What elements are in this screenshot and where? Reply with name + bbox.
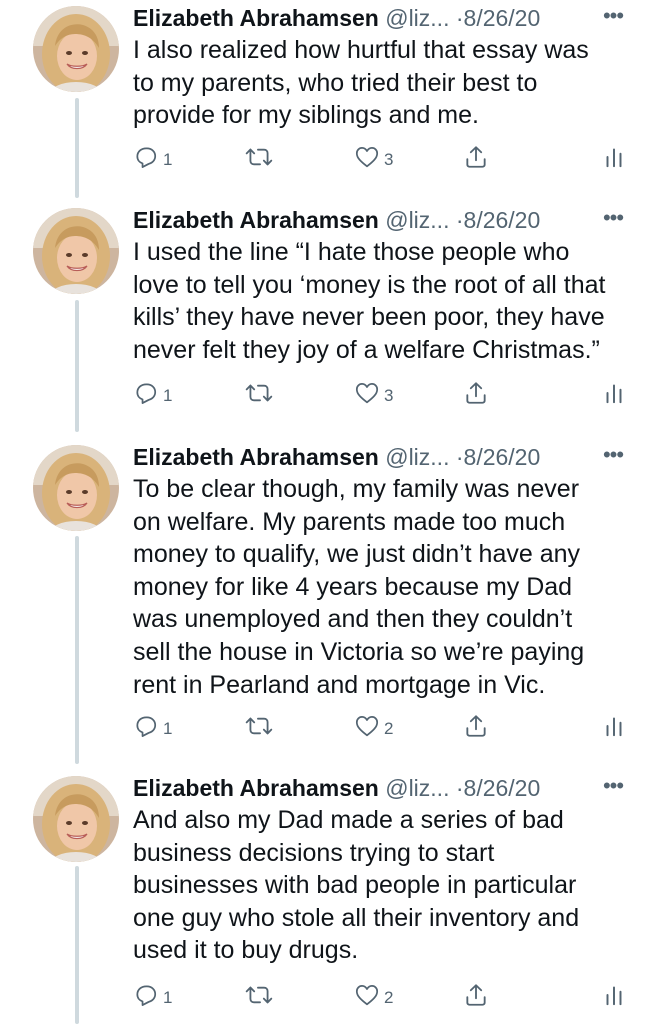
tweet[interactable]: Elizabeth Abrahamsen @liz... ·8/26/20 ••… (0, 0, 659, 200)
like-icon (354, 144, 380, 170)
more-options-icon[interactable]: ••• (596, 203, 630, 237)
more-options-icon[interactable]: ••• (596, 440, 630, 474)
author-handle[interactable]: @liz... (385, 444, 449, 470)
separator: · (455, 5, 464, 31)
share-icon (463, 713, 489, 739)
like-icon (354, 713, 380, 739)
analytics-button[interactable] (603, 980, 625, 1010)
tweet-text: I used the line “I hate those people who… (133, 238, 606, 364)
analytics-icon (603, 713, 625, 739)
tweet-actions: 1 2 (0, 711, 659, 741)
author-name[interactable]: Elizabeth Abrahamsen (133, 207, 379, 233)
tweet-actions: 1 2 (0, 980, 659, 1010)
reply-icon (133, 982, 159, 1008)
share-button[interactable] (463, 980, 489, 1010)
retweet-icon (244, 380, 274, 406)
retweet-button[interactable] (244, 711, 274, 741)
tweet-actions: 1 3 (0, 142, 659, 172)
author-name[interactable]: Elizabeth Abrahamsen (133, 444, 379, 470)
tweet-date[interactable]: 8/26/20 (464, 5, 541, 31)
avatar[interactable] (33, 445, 119, 531)
tweet-text: I also realized how hurtful that essay w… (133, 36, 589, 130)
reply-count: 1 (163, 150, 173, 169)
author-name[interactable]: Elizabeth Abrahamsen (133, 775, 379, 801)
tweet[interactable]: Elizabeth Abrahamsen @liz... ·8/26/20 ••… (0, 770, 659, 1024)
share-icon (463, 982, 489, 1008)
avatar[interactable] (33, 6, 119, 92)
avatar[interactable] (33, 208, 119, 294)
analytics-icon (603, 380, 625, 406)
author-handle[interactable]: @liz... (385, 775, 449, 801)
share-icon (463, 380, 489, 406)
author-handle[interactable]: @liz... (385, 207, 449, 233)
like-icon (354, 380, 380, 406)
retweet-button[interactable] (244, 142, 274, 172)
like-button[interactable]: 3 (354, 142, 393, 172)
reply-button[interactable]: 1 (133, 711, 172, 741)
tweet-date[interactable]: 8/26/20 (464, 444, 541, 470)
tweet-actions: 1 3 (0, 378, 659, 408)
more-options-icon[interactable]: ••• (596, 1, 630, 35)
tweet-header: Elizabeth Abrahamsen @liz... ·8/26/20 (133, 440, 633, 474)
author-handle[interactable]: @liz... (385, 5, 449, 31)
share-button[interactable] (463, 711, 489, 741)
reply-count: 1 (163, 719, 173, 738)
reply-button[interactable]: 1 (133, 142, 172, 172)
share-button[interactable] (463, 378, 489, 408)
separator: · (455, 207, 464, 233)
tweet[interactable]: Elizabeth Abrahamsen @liz... ·8/26/20 ••… (0, 439, 659, 766)
retweet-icon (244, 144, 274, 170)
analytics-icon (603, 982, 625, 1008)
analytics-button[interactable] (603, 142, 625, 172)
like-count: 3 (384, 150, 394, 169)
like-count: 2 (384, 988, 394, 1007)
tweet-text: To be clear though, my family was never … (133, 475, 585, 699)
reply-button[interactable]: 1 (133, 378, 172, 408)
analytics-icon (603, 144, 625, 170)
reply-icon (133, 380, 159, 406)
retweet-button[interactable] (244, 378, 274, 408)
like-button[interactable]: 3 (354, 378, 393, 408)
like-icon (354, 982, 380, 1008)
like-count: 3 (384, 386, 394, 405)
tweet-date[interactable]: 8/26/20 (464, 775, 541, 801)
analytics-button[interactable] (603, 711, 625, 741)
more-options-icon[interactable]: ••• (596, 771, 630, 805)
tweet-header: Elizabeth Abrahamsen @liz... ·8/26/20 (133, 1, 633, 35)
tweet-header: Elizabeth Abrahamsen @liz... ·8/26/20 (133, 771, 633, 805)
share-button[interactable] (463, 142, 489, 172)
separator: · (455, 444, 464, 470)
share-icon (463, 144, 489, 170)
analytics-button[interactable] (603, 378, 625, 408)
retweet-button[interactable] (244, 980, 274, 1010)
avatar[interactable] (33, 776, 119, 862)
like-button[interactable]: 2 (354, 711, 393, 741)
like-button[interactable]: 2 (354, 980, 393, 1010)
author-name[interactable]: Elizabeth Abrahamsen (133, 5, 379, 31)
reply-count: 1 (163, 386, 173, 405)
tweet-header: Elizabeth Abrahamsen @liz... ·8/26/20 (133, 203, 633, 237)
reply-icon (133, 144, 159, 170)
reply-button[interactable]: 1 (133, 980, 172, 1010)
reply-icon (133, 713, 159, 739)
tweet[interactable]: Elizabeth Abrahamsen @liz... ·8/26/20 ••… (0, 202, 659, 434)
separator: · (455, 775, 464, 801)
reply-count: 1 (163, 988, 173, 1007)
tweet-date[interactable]: 8/26/20 (464, 207, 541, 233)
like-count: 2 (384, 719, 394, 738)
tweet-text: And also my Dad made a series of bad bus… (133, 806, 580, 965)
retweet-icon (244, 713, 274, 739)
retweet-icon (244, 982, 274, 1008)
